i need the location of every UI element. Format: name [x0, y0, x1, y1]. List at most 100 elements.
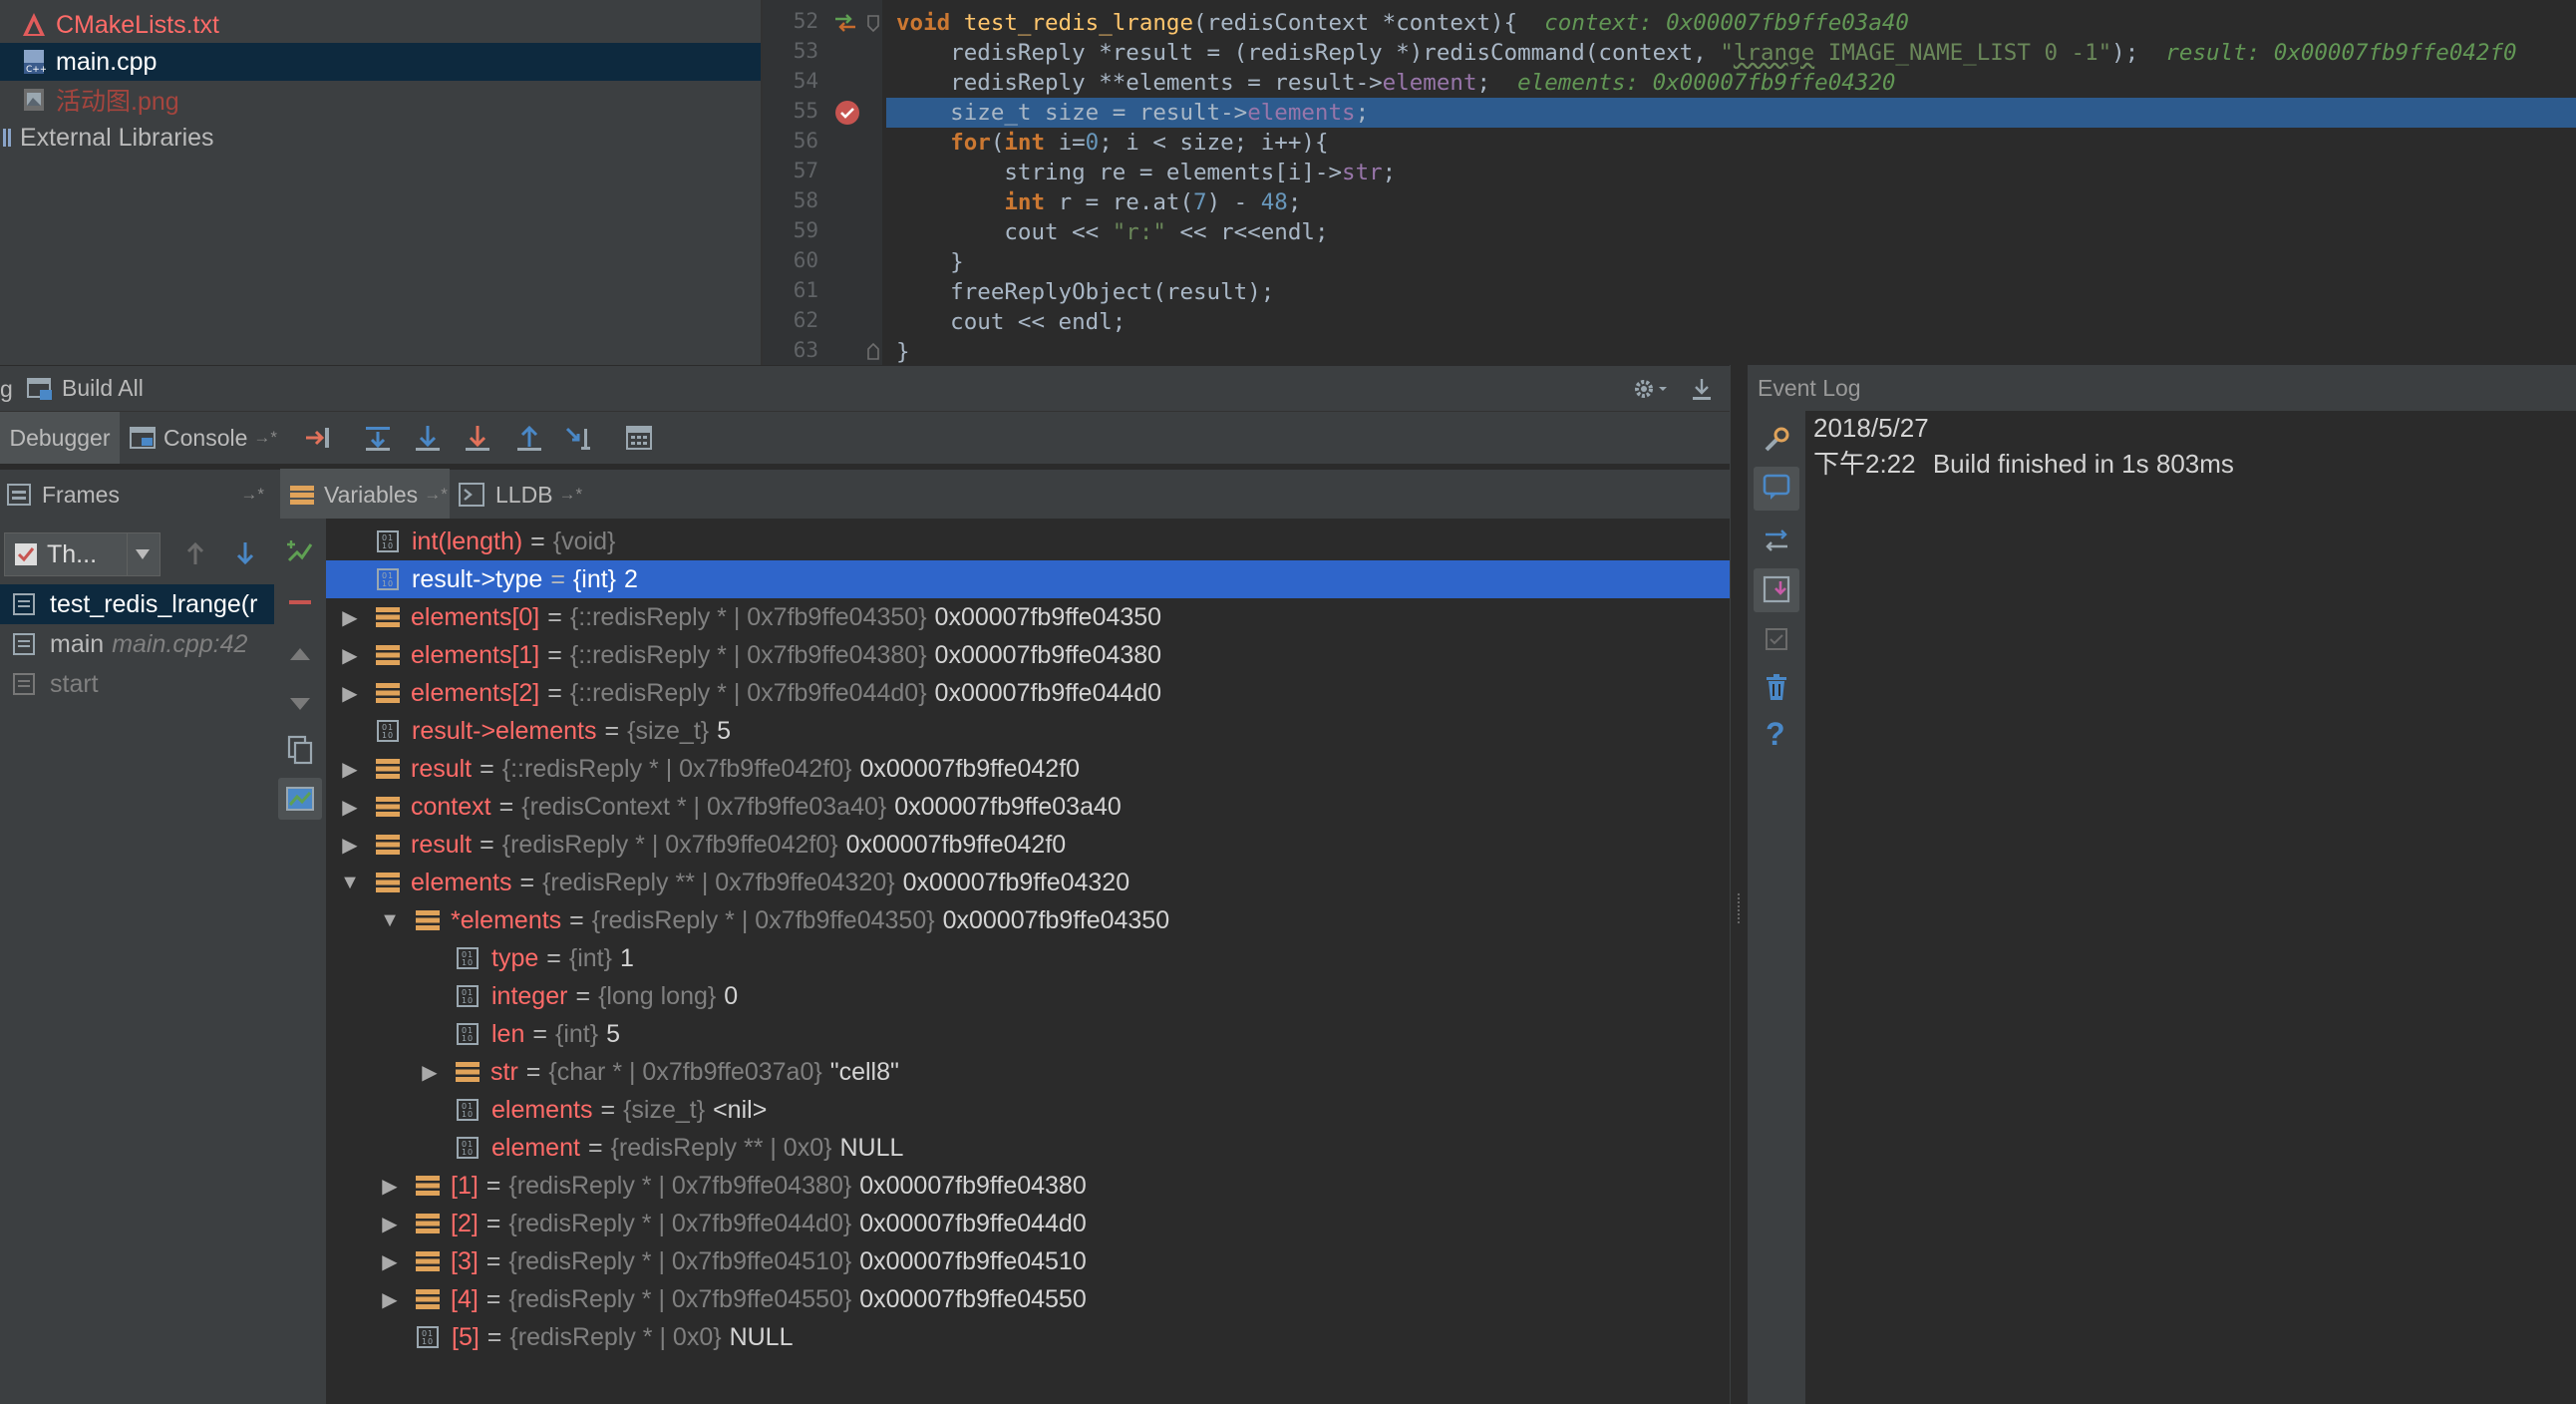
variable-row[interactable]: 0 1 1 0 element = {redisReply ** | 0x0} NULL [326, 1129, 1823, 1167]
thread-selector[interactable]: Th... [4, 532, 161, 576]
event-message[interactable]: Build finished in 1s 803ms [1933, 449, 2234, 479]
fold-end-icon[interactable] [866, 341, 880, 361]
code-editor[interactable]: 52 53 54 55 56 57 58 59 60 61 62 63 void… [761, 0, 2576, 365]
variable-row[interactable]: ▼ *elements = {redisReply * | 0x7fb9ffe0435… [326, 901, 1783, 939]
expand-arrow-icon[interactable]: ▶ [340, 757, 360, 782]
frame-up-icon[interactable] [183, 538, 207, 568]
variable-row[interactable]: ▶ [2] = {redisReply * | 0x7fb9ffe044d0} 0x00… [326, 1205, 1783, 1242]
remove-watch-icon[interactable] [286, 594, 314, 610]
variable-row[interactable]: 0 1 1 0 [5] = {redisReply * | 0x0} NULL [326, 1318, 1783, 1356]
step-over-icon[interactable] [363, 423, 393, 453]
editor-gutter[interactable]: 52 53 54 55 56 57 58 59 60 61 62 63 [763, 0, 882, 365]
variable-row[interactable]: ▶ elements[0] = {::redisReply * | 0x7fb9ffe… [326, 598, 1744, 636]
variable-row[interactable]: 0 1 1 0 elements = {size_t} <nil> [326, 1091, 1823, 1129]
mark-read-icon[interactable] [1764, 626, 1789, 652]
variable-row[interactable]: ▶ elements[1] = {::redisReply * | 0x7fb9ffe… [326, 636, 1744, 674]
build-all-label[interactable]: Build All [62, 375, 144, 402]
variable-name: [2] [451, 1209, 479, 1237]
show-execution-point-icon[interactable] [303, 423, 333, 453]
variable-row[interactable]: ▼ elements = {redisReply ** | 0x7fb9ffe0432… [326, 864, 1744, 901]
variable-row[interactable]: 0 1 1 0 type = {int} 1 [326, 939, 1823, 977]
variable-name: element [491, 1133, 580, 1162]
help-icon[interactable]: ? [1766, 716, 1785, 753]
variable-row[interactable]: ▶ context = {redisContext * | 0x7fb9ffe03a4… [326, 788, 1744, 826]
step-out-icon[interactable] [514, 423, 544, 453]
tab-variables[interactable]: Variables →* [280, 469, 450, 521]
frame-row[interactable]: start [0, 664, 274, 704]
trash-icon[interactable] [1764, 672, 1789, 702]
hide-panel-icon[interactable] [1689, 376, 1715, 402]
fold-icon[interactable] [866, 14, 880, 34]
run-to-cursor-icon[interactable] [564, 423, 594, 453]
expand-arrow-icon[interactable]: ▶ [340, 605, 360, 630]
evaluate-expression-icon[interactable] [624, 423, 654, 453]
variables-tree[interactable]: 0 1 1 0 int(length) = {void} 0 1 1 0 result->type ={… [326, 519, 1744, 1404]
variable-row[interactable]: ▶ elements[2] = {::redisReply * | 0x7fb9ffe… [326, 674, 1744, 712]
force-step-into-icon[interactable] [463, 423, 492, 453]
move-up-icon[interactable] [288, 644, 312, 664]
expand-arrow-icon[interactable]: ▶ [380, 1287, 400, 1312]
frame-down-icon[interactable] [233, 538, 257, 568]
panel-splitter[interactable] [1730, 365, 1749, 1404]
code-line-61[interactable]: freeReplyObject(result); [896, 277, 1274, 307]
variable-row[interactable]: ▶ [3] = {redisReply * | 0x7fb9ffe04510} 0x00… [326, 1242, 1783, 1280]
variable-row[interactable]: ▶ result = {::redisReply * | 0x7fb9ffe042f0… [326, 750, 1744, 788]
variable-row[interactable]: 0 1 1 0 integer = {long long} 0 [326, 977, 1823, 1015]
tab-console[interactable]: Console →* [130, 412, 289, 464]
tree-item-cmakelists[interactable]: CMakeLists.txt [0, 6, 783, 44]
expand-arrow-icon[interactable]: ▶ [340, 681, 360, 706]
svg-text:1: 1 [462, 1110, 467, 1119]
variable-row[interactable]: ▶ [4] = {redisReply * | 0x7fb9ffe04550} 0x00… [326, 1280, 1783, 1318]
frame-row[interactable]: main main.cpp:42 [0, 624, 274, 664]
tab-debugger[interactable]: Debugger [0, 412, 120, 464]
step-into-icon[interactable] [413, 423, 443, 453]
new-watch-icon[interactable] [284, 536, 316, 568]
code-line-58[interactable]: int r = re.at(7) - 48; [896, 187, 1301, 217]
tree-item-image[interactable]: 活动图.png [0, 81, 783, 119]
expand-arrow-icon[interactable]: ▶ [380, 1174, 400, 1199]
move-down-icon[interactable] [288, 694, 312, 714]
code-line-55[interactable]: size_t size = result->elements; [896, 98, 1369, 128]
tree-item-main-cpp[interactable]: C++ main.cpp [0, 43, 783, 81]
code-line-56[interactable]: for(int i=0; i < size; i++){ [896, 128, 1328, 158]
code-line-60[interactable]: } [896, 247, 964, 277]
expand-arrow-icon[interactable]: ▶ [340, 795, 360, 820]
code-line-54[interactable]: redisReply **elements = result->element;… [896, 68, 1895, 98]
tab-frames[interactable]: Frames →* [6, 469, 270, 521]
expand-arrow-icon[interactable]: ▶ [340, 643, 360, 668]
variable-row[interactable]: ▶ str = {char * | 0x7fb9ffe037a0} "cell8" [326, 1053, 1823, 1091]
copy-icon[interactable] [286, 734, 314, 766]
breakpoint-icon[interactable] [834, 100, 860, 126]
code-line-53[interactable]: redisReply *result = (redisReply *)redis… [896, 38, 2516, 68]
variable-row[interactable]: ▶ [1] = {redisReply * | 0x7fb9ffe04380} 0x00… [326, 1167, 1783, 1205]
code-line-62[interactable]: cout << endl; [896, 307, 1126, 337]
code-line-63[interactable]: } [896, 337, 910, 367]
console-icon [130, 427, 156, 449]
settings-wrench-icon[interactable] [1762, 425, 1791, 455]
soft-wraps-icon[interactable] [1762, 526, 1791, 556]
gear-icon[interactable] [1631, 376, 1671, 402]
expand-arrow-icon[interactable]: ▶ [380, 1212, 400, 1236]
code-line-59[interactable]: cout << "r:" << r<<endl; [896, 217, 1328, 247]
variable-row[interactable]: 0 1 1 0 result->elements = {size_t} 5 [326, 712, 1744, 750]
expand-arrow-icon[interactable]: ▶ [340, 833, 360, 858]
tab-lldb[interactable]: LLDB →* [458, 469, 597, 521]
code-line-57[interactable]: string re = elements[i]->str; [896, 158, 1396, 187]
variable-row[interactable]: ▶ result = {redisReply * | 0x7fb9ffe042f0} 0… [326, 826, 1744, 864]
frame-row[interactable]: test_redis_lrange(r [0, 584, 274, 624]
show-balloons-toggle[interactable] [1754, 467, 1799, 511]
expand-arrow-icon[interactable]: ▶ [420, 1060, 440, 1085]
collapse-arrow-icon[interactable]: ▼ [380, 909, 400, 932]
variable-row[interactable]: 0 1 1 0 len = {int} 5 [326, 1015, 1823, 1053]
svg-text:0: 0 [468, 1148, 473, 1157]
tree-item-external-libraries[interactable]: External Libraries [0, 119, 763, 157]
override-icon[interactable] [832, 12, 858, 34]
show-watches-toggle[interactable] [278, 778, 322, 820]
scroll-to-end-toggle[interactable] [1754, 568, 1799, 612]
variable-value: 0x00007fb9ffe04320 [902, 868, 1130, 896]
variable-row[interactable]: 0 1 1 0 int(length) = {void} [326, 523, 1744, 560]
code-line-52[interactable]: void test_redis_lrange(redisContext *con… [896, 8, 1909, 38]
expand-arrow-icon[interactable]: ▶ [380, 1249, 400, 1274]
variable-row[interactable]: 0 1 1 0 result->type = {int} 2 [326, 560, 1744, 598]
collapse-arrow-icon[interactable]: ▼ [340, 872, 360, 894]
